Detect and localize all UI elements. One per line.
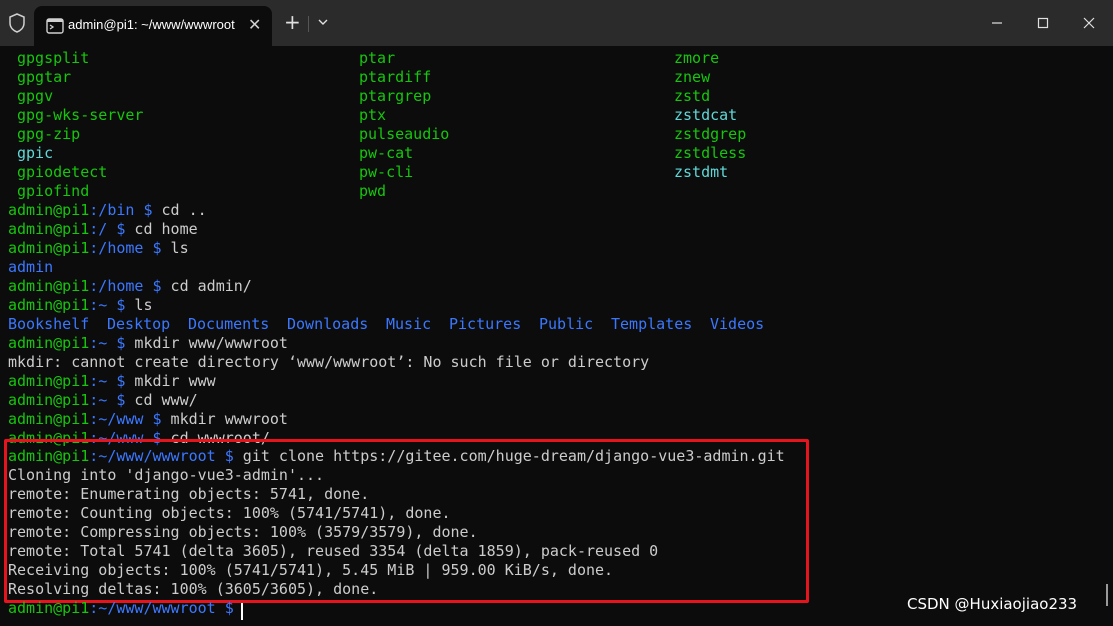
listing-item: pwd [359,182,387,200]
title-bar: admin@pi1: ~/www/wwwroot ✕ + [0,0,1113,46]
prompt-user: admin@pi1 [8,391,90,409]
prompt-path: :~/www $ [89,410,162,428]
terminal-line: admin@pi1:/bin $ cd .. [8,201,207,220]
listing-item: gpic [17,144,54,162]
dir-entry: Documents [188,315,270,333]
prompt-path: :~ $ [89,372,126,390]
prompt-path: :~ $ [89,334,126,352]
command-text: cd admin/ [161,277,252,295]
terminal-line: admin@pi1:~ $ ls [8,296,153,315]
terminal-output[interactable]: gpgsplit gpgtar gpgv gpg-wks-server gpg-… [0,46,1113,626]
listing-item: zmore [674,49,720,67]
listing-item: gpg-wks-server [17,106,144,124]
terminal-line: admin@pi1:~ $ cd www/ [8,391,198,410]
listing-item: gpiofind [17,182,90,200]
command-text: mkdir wwwroot [161,410,288,428]
new-tab-button[interactable]: + [284,12,301,32]
listing-item: zstdmt [674,163,729,181]
listing-item: gpgsplit [17,49,90,67]
prompt-path: :~ $ [89,296,126,314]
command-text: mkdir www [125,372,216,390]
prompt-path: :~/www/wwwroot $ [89,599,234,617]
prompt-path: :/home $ [89,239,162,257]
terminal-line: admin@pi1:/home $ ls [8,239,189,258]
dir-entry: Pictures [449,315,522,333]
maximize-button[interactable] [1020,10,1066,36]
divider [308,16,309,32]
scrollbar[interactable] [1106,584,1108,606]
listing-item: zstdless [674,144,747,162]
command-text: cd www/ [125,391,198,409]
terminal-icon [46,18,64,34]
prompt-user: admin@pi1 [8,239,90,257]
prompt-user: admin@pi1 [8,201,90,219]
prompt-user: admin@pi1 [8,277,90,295]
dir-entry: Bookshelf [8,315,90,333]
minimize-button[interactable] [974,10,1020,36]
prompt-path: :/bin $ [89,201,153,219]
tab-terminal[interactable]: admin@pi1: ~/www/wwwroot ✕ [34,6,272,46]
prompt-user: admin@pi1 [8,410,90,428]
command-text: ls [161,239,189,257]
prompt-path: :/home $ [89,277,162,295]
dir-entry: Videos [710,315,765,333]
close-tab-icon[interactable]: ✕ [248,15,261,34]
terminal-line: admin@pi1:~ $ mkdir www [8,372,216,391]
chevron-down-icon[interactable] [316,15,330,29]
listing-item: zstdcat [674,106,738,124]
dir-entry: Public [539,315,594,333]
listing-item: zstd [674,87,711,105]
listing-item: gpg-zip [17,125,81,143]
text-cursor [241,603,243,620]
listing-item: pw-cat [359,144,414,162]
command-text: mkdir www/wwwroot [125,334,288,352]
dir-entry: Desktop [107,315,171,333]
prompt-user: admin@pi1 [8,599,90,617]
output-line: admin [8,258,54,276]
prompt-user: admin@pi1 [8,220,90,238]
terminal-line: admin@pi1:/ $ cd home [8,220,198,239]
close-window-button[interactable] [1066,10,1112,36]
terminal-line: admin@pi1:~/www $ mkdir wwwroot [8,410,288,429]
listing-item: ptx [359,106,387,124]
tab-title: admin@pi1: ~/www/wwwroot [68,17,235,32]
terminal-line: admin@pi1:/home $ cd admin/ [8,277,252,296]
command-text: cd home [125,220,198,238]
error-line: mkdir: cannot create directory ‘www/wwwr… [8,353,650,371]
prompt-path: :/ $ [89,220,126,238]
listing-item: ptargrep [359,87,432,105]
listing-item: gpgtar [17,68,72,86]
listing-item: ptardiff [359,68,432,86]
listing-item: ptar [359,49,396,67]
highlight-box [4,439,809,603]
shield-icon [9,13,25,33]
command-text: cd .. [152,201,207,219]
listing-item: znew [674,68,711,86]
terminal-line: admin@pi1:~ $ mkdir www/wwwroot [8,334,288,353]
prompt-path: :~ $ [89,391,126,409]
dir-entry: Downloads [287,315,369,333]
watermark: CSDN @Huxiaojiao233 [907,595,1078,613]
listing-item: pulseaudio [359,125,450,143]
prompt-user: admin@pi1 [8,296,90,314]
listing-item: pw-cli [359,163,414,181]
dir-entry: Templates [611,315,693,333]
prompt-user: admin@pi1 [8,334,90,352]
listing-item: zstdgrep [674,125,747,143]
listing-item: gpiodetect [17,163,108,181]
prompt-user: admin@pi1 [8,372,90,390]
listing-item: gpgv [17,87,54,105]
command-text: ls [125,296,153,314]
dir-entry: Music [386,315,432,333]
current-prompt[interactable]: admin@pi1:~/www/wwwroot $ [8,599,234,618]
